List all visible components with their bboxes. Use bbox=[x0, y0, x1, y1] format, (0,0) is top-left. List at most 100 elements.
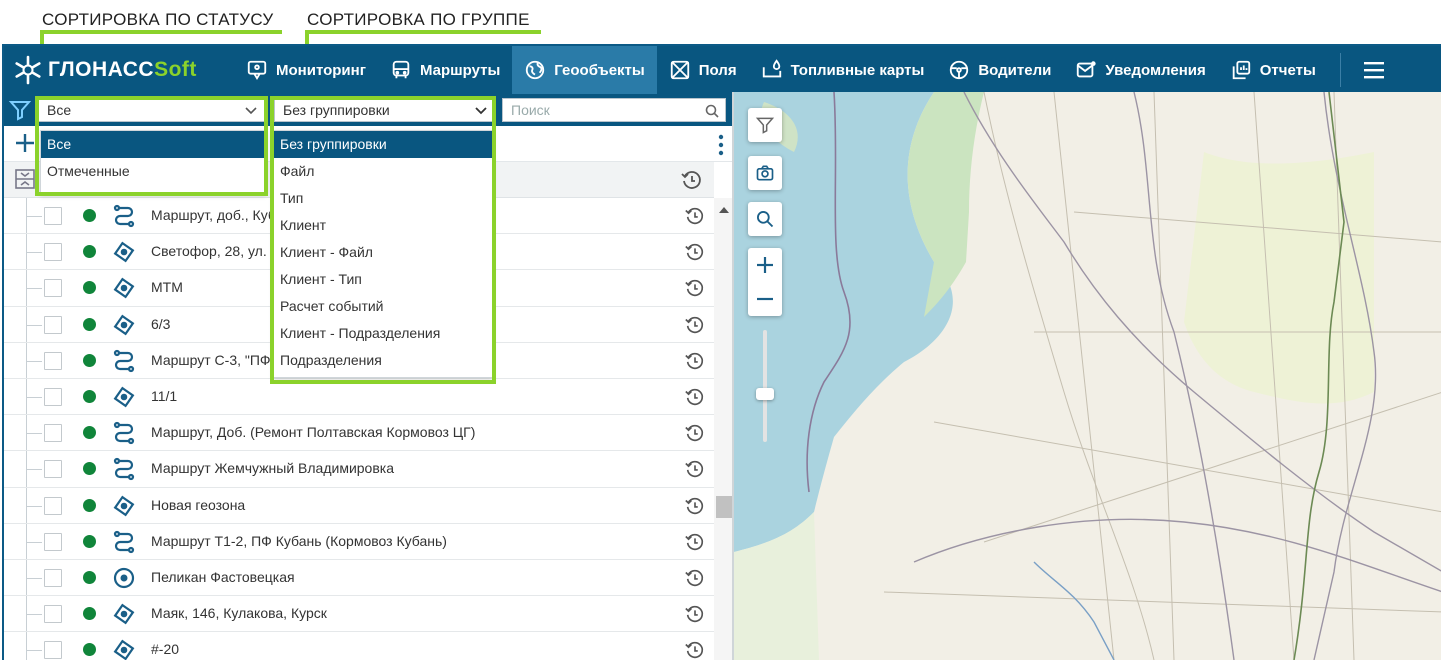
nav-fields-label: Поля bbox=[698, 61, 737, 79]
table-row[interactable]: Маршрут Т1-2, ПФ Кубань (Кормовоз Кубань… bbox=[4, 523, 714, 560]
filter-icon[interactable] bbox=[8, 98, 32, 122]
collapse-tree-icon[interactable] bbox=[14, 168, 36, 190]
nav-monitoring-label: Мониторинг bbox=[276, 61, 366, 79]
annotation-group-label: СОРТИРОВКА ПО ГРУППЕ bbox=[307, 10, 530, 29]
tree-guide-branch bbox=[26, 288, 42, 290]
vertical-scrollbar[interactable] bbox=[714, 198, 734, 660]
nav-notifications-label: Уведомления bbox=[1105, 61, 1206, 79]
zoom-out-button[interactable] bbox=[748, 282, 782, 316]
search-icon bbox=[757, 211, 774, 228]
zoom-slider-track[interactable] bbox=[763, 330, 767, 442]
nav-reports[interactable]: Отчеты bbox=[1218, 46, 1328, 94]
camera-icon bbox=[756, 165, 774, 181]
tree-guide-branch bbox=[26, 650, 42, 652]
history-icon[interactable] bbox=[684, 350, 706, 372]
table-row[interactable]: Маяк, 146, Кулакова, Курск bbox=[4, 596, 714, 633]
route-icon bbox=[112, 349, 136, 373]
history-icon[interactable] bbox=[684, 531, 706, 553]
nav-notifications[interactable]: Уведомления bbox=[1063, 46, 1217, 94]
row-name: Маяк, 146, Кулакова, Курск bbox=[151, 605, 327, 622]
zoom-slider-knob[interactable] bbox=[756, 388, 774, 400]
table-row[interactable]: Маршрут Жемчужный Владимировка bbox=[4, 451, 714, 488]
tree-guide-branch bbox=[26, 505, 42, 507]
scroll-thumb[interactable] bbox=[716, 496, 732, 518]
scroll-up-arrow-icon[interactable] bbox=[719, 206, 729, 214]
globe-icon bbox=[526, 60, 545, 80]
tree-guide-branch bbox=[26, 577, 42, 579]
table-row[interactable]: Новая геозона bbox=[4, 487, 714, 524]
row-checkbox[interactable] bbox=[44, 605, 62, 624]
nav-geoobjects[interactable]: Геообъекты bbox=[512, 46, 657, 94]
nav-monitoring[interactable]: Мониторинг bbox=[234, 46, 378, 94]
bus-icon bbox=[392, 60, 410, 79]
route-icon bbox=[112, 421, 136, 445]
history-icon[interactable] bbox=[684, 205, 706, 227]
geozone-icon bbox=[112, 602, 136, 626]
geozone-icon bbox=[112, 240, 136, 264]
logo-accent-text: Soft bbox=[154, 58, 197, 81]
search-icon bbox=[705, 104, 719, 118]
history-icon[interactable] bbox=[684, 567, 706, 589]
map-screenshot-button[interactable] bbox=[748, 156, 782, 190]
nav-routes-label: Маршруты bbox=[419, 61, 501, 79]
row-name: Маршрут С-3, "ПФ bbox=[151, 351, 271, 368]
history-icon[interactable] bbox=[684, 277, 706, 299]
row-checkbox[interactable] bbox=[44, 496, 62, 515]
row-checkbox[interactable] bbox=[44, 568, 62, 587]
nav-routes[interactable]: Маршруты bbox=[378, 46, 512, 94]
row-checkbox[interactable] bbox=[44, 460, 62, 479]
table-row[interactable]: #-20 bbox=[4, 632, 714, 660]
tree-guide-branch bbox=[26, 469, 42, 471]
geozone-icon bbox=[112, 385, 136, 409]
row-name: 11/1 bbox=[151, 387, 178, 404]
tree-guide-branch bbox=[26, 433, 42, 435]
status-dot bbox=[83, 281, 96, 295]
history-icon[interactable] bbox=[684, 495, 706, 517]
geozone-icon bbox=[112, 494, 136, 518]
nav-drivers[interactable]: Водители bbox=[936, 46, 1063, 94]
row-checkbox[interactable] bbox=[44, 387, 62, 406]
history-icon[interactable] bbox=[684, 458, 706, 480]
row-checkbox[interactable] bbox=[44, 315, 62, 334]
route-icon bbox=[112, 530, 136, 554]
row-checkbox[interactable] bbox=[44, 532, 62, 551]
table-row[interactable]: 11/1 bbox=[4, 378, 714, 416]
table-row[interactable]: Пеликан Фастовецкая bbox=[4, 559, 714, 597]
map-zoom-controls bbox=[748, 248, 782, 316]
annotation-group-underline bbox=[305, 30, 541, 34]
history-icon[interactable] bbox=[684, 314, 706, 336]
map-search-button[interactable] bbox=[748, 202, 782, 236]
search-input[interactable]: Поиск bbox=[502, 98, 726, 122]
reports-icon bbox=[1232, 60, 1250, 80]
history-icon[interactable] bbox=[684, 639, 706, 660]
status-dot bbox=[83, 462, 96, 476]
hamburger-menu-button[interactable] bbox=[1355, 46, 1395, 94]
history-icon[interactable] bbox=[684, 386, 706, 408]
nav-geoobjects-label: Геообъекты bbox=[554, 61, 645, 79]
map-view[interactable] bbox=[732, 92, 1441, 660]
history-icon[interactable] bbox=[684, 422, 706, 444]
row-checkbox[interactable] bbox=[44, 243, 62, 262]
tree-guide-branch bbox=[26, 614, 42, 616]
zoom-in-button[interactable] bbox=[748, 248, 782, 282]
row-checkbox[interactable] bbox=[44, 641, 62, 660]
status-dot bbox=[83, 534, 96, 548]
history-icon[interactable] bbox=[680, 168, 704, 192]
row-checkbox[interactable] bbox=[44, 351, 62, 370]
plus-icon[interactable] bbox=[14, 132, 36, 154]
row-checkbox[interactable] bbox=[44, 279, 62, 298]
logo[interactable]: ГЛОНАССSoft bbox=[4, 46, 234, 94]
history-icon[interactable] bbox=[684, 241, 706, 263]
more-options-icon[interactable] bbox=[718, 134, 724, 156]
row-checkbox[interactable] bbox=[44, 424, 62, 443]
history-icon[interactable] bbox=[684, 603, 706, 625]
table-row[interactable]: Маршрут, Доб. (Ремонт Полтавская Кормово… bbox=[4, 415, 714, 452]
row-checkbox[interactable] bbox=[44, 207, 62, 225]
tree-guide-line bbox=[26, 632, 27, 660]
nav-fields[interactable]: Поля bbox=[657, 46, 749, 94]
map-filter-button[interactable] bbox=[748, 108, 782, 142]
fuel-card-icon bbox=[762, 59, 781, 78]
map-tiles bbox=[734, 92, 1441, 660]
nav-fuel-cards[interactable]: Топливные карты bbox=[749, 46, 937, 94]
row-name: Маршрут Жемчужный Владимировка bbox=[151, 460, 394, 477]
